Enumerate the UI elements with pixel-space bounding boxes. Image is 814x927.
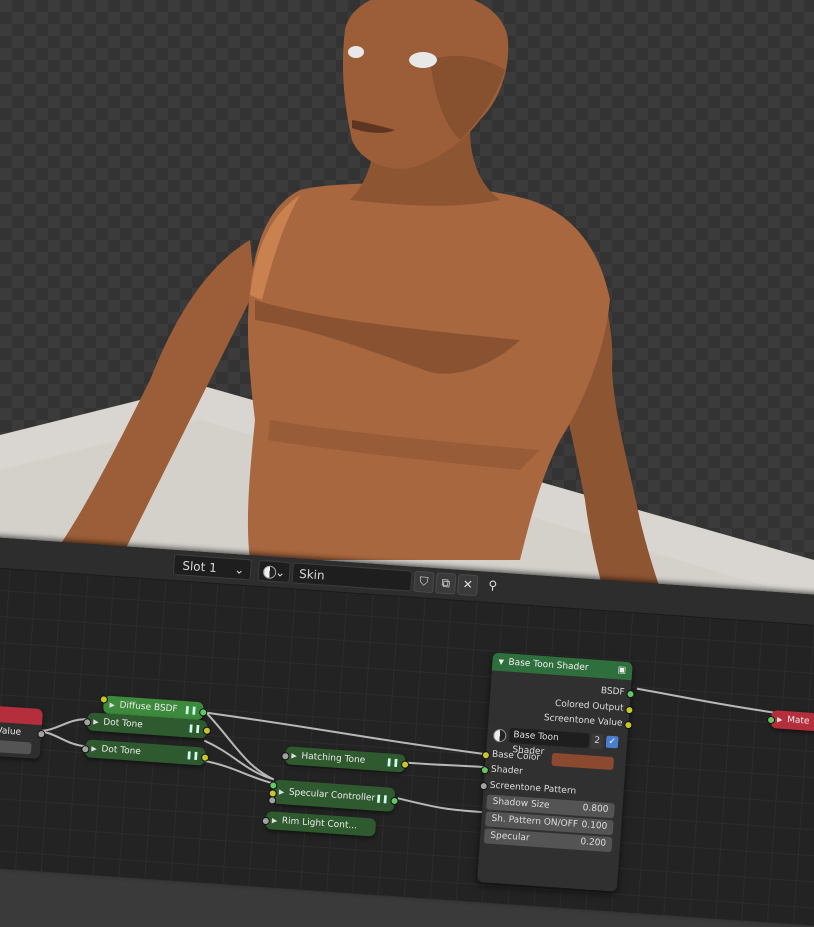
link-specular-shader [397,797,483,814]
grip-icon: ❚❚ [187,723,202,734]
dot-tone-2-label: Dot Tone [101,744,142,758]
collapse-triangle-icon: ▼ [498,657,505,667]
node-tree-icon [492,728,507,743]
collapse-triangle-icon: ▶ [776,715,783,724]
base-toon-shader-node[interactable]: ▼ Base Toon Shader ▣ BSDF Colored Output… [477,652,635,892]
collapse-triangle-icon: ▶ [91,744,98,754]
grip-icon: ❚❚ [183,705,198,715]
value-node-label: Value [0,726,22,738]
shader-socket[interactable] [480,765,490,775]
value-field[interactable]: 0 [0,738,32,755]
link-hatching-shader [407,761,486,769]
shadow-size-value: 0.800 [582,803,609,815]
specular-controller-label: Specular Controller [288,787,376,804]
pattern-toggle-label: Sh. Pattern ON/OFF [491,813,579,830]
user-count: 2 [590,733,604,750]
rim-light-label: Rim Light Cont... [281,816,358,832]
value-node[interactable]: Value 0 [0,703,46,760]
shadow-size-label: Shadow Size [492,796,550,811]
node-group-icon: ▣ [617,665,627,676]
specular-value: 0.200 [579,837,607,849]
collapse-triangle-icon: ▶ [93,717,99,727]
figure-eye-left [348,46,364,58]
collapse-triangle-icon: ▶ [271,816,278,825]
grip-icon: ❚❚ [185,750,200,761]
hatching-tone-label: Hatching Tone [301,751,366,766]
base-color-socket[interactable] [481,750,491,760]
collapse-triangle-icon: ▶ [109,700,116,710]
shader-node-editor[interactable]: Slot 1 ⌄ ⌄ Skin ⛉ ⧉ ✕ ⚲ Value ▶ Diffuse … [0,535,814,927]
link-diffuse-shader [206,711,487,756]
link-dottone2-specular [202,759,274,785]
dot-tone-1-label: Dot Tone [102,717,144,731]
figure-eye-right [409,52,437,68]
grip-icon: ❚❚ [374,793,389,804]
collapse-triangle-icon: ▶ [291,751,298,761]
group-name-field[interactable]: Base Toon Shader [508,727,590,757]
collapse-triangle-icon: ▶ [278,787,285,797]
screentone-socket[interactable] [479,781,489,791]
base-toon-shader-title: Base Toon Shader [508,657,589,674]
fake-user-check-icon[interactable]: ✓ [605,735,619,749]
diffuse-bsdf-label: Diffuse BSDF [119,700,178,715]
specular-label: Specular [489,830,530,844]
node-group-selector[interactable]: Base Toon Shader 2 ✓ [491,727,620,757]
grip-icon: ❚❚ [385,757,400,768]
pattern-toggle-value: 0.100 [581,820,608,832]
material-output-label: Mate [786,715,810,727]
